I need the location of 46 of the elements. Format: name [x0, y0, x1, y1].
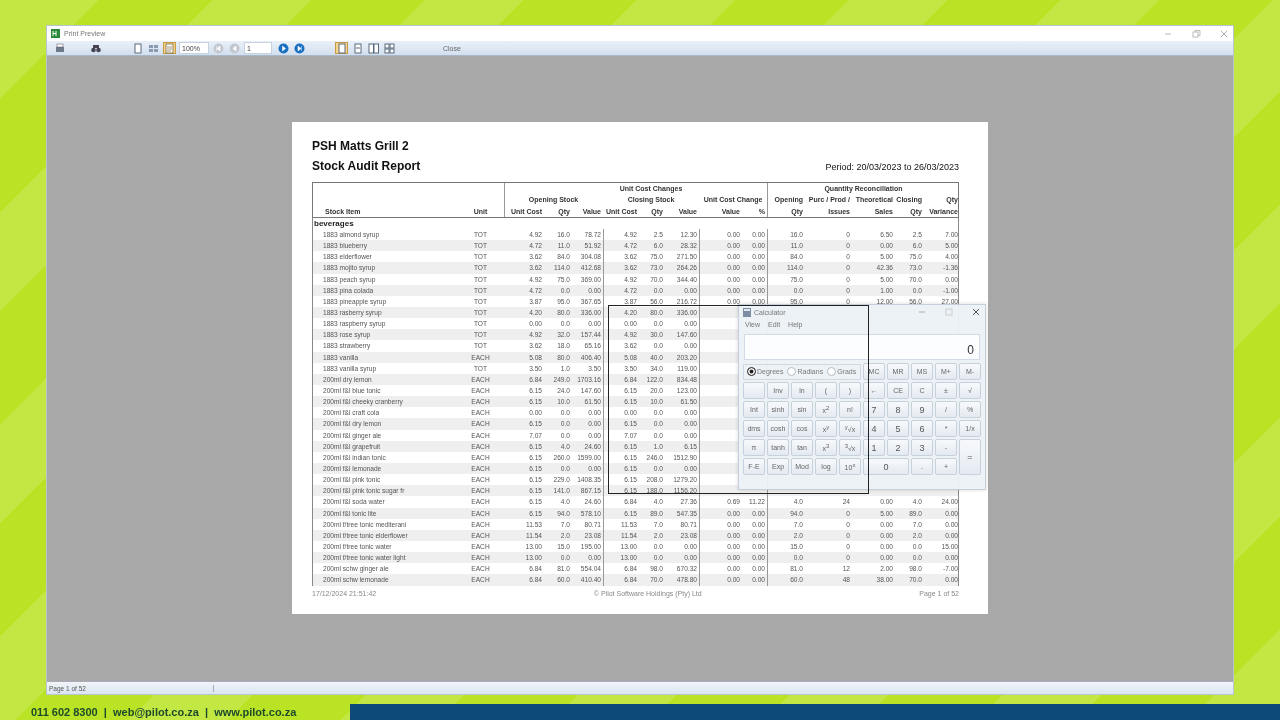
- calculator-display: 0: [744, 334, 980, 360]
- restore-icon[interactable]: [1191, 28, 1201, 39]
- binoculars-icon: [90, 42, 101, 54]
- calculator-key[interactable]: 8: [887, 401, 909, 418]
- next-page-button[interactable]: [277, 42, 290, 54]
- calculator-key[interactable]: =: [959, 439, 981, 475]
- single-page-icon: [336, 42, 347, 54]
- thumbnails-button[interactable]: [147, 42, 160, 54]
- single-page-button[interactable]: [335, 42, 348, 54]
- page-view-button[interactable]: [131, 42, 144, 54]
- four-pages-icon: [384, 42, 395, 54]
- page-icon: [132, 42, 143, 54]
- calculator-key[interactable]: 5: [887, 420, 909, 437]
- close-icon[interactable]: [971, 307, 981, 317]
- play-icon: [278, 42, 289, 54]
- report-title: Stock Audit Report: [312, 159, 421, 173]
- page-setup-button[interactable]: [163, 42, 176, 54]
- two-page-button[interactable]: [367, 42, 380, 54]
- find-button[interactable]: [89, 42, 102, 54]
- thumbnails-icon: [148, 42, 159, 54]
- skip-forward-icon: [294, 42, 305, 54]
- four-page-button[interactable]: [383, 42, 396, 54]
- calculator-key[interactable]: 3: [911, 439, 933, 456]
- radio-button[interactable]: [747, 367, 756, 376]
- report-period: Period: 20/03/2023 to 26/03/2023: [825, 162, 959, 172]
- company-name: PSH Matts Grill 2: [312, 139, 410, 153]
- calculator-key[interactable]: 1: [863, 439, 885, 456]
- calculator-key[interactable]: 2: [887, 439, 909, 456]
- page-icon: [352, 42, 363, 54]
- calculator-key[interactable]: 9: [911, 401, 933, 418]
- app-icon: [51, 29, 60, 38]
- calculator-key[interactable]: 0: [863, 458, 909, 475]
- category-label: beverages: [313, 218, 355, 229]
- calculator-icon: [743, 307, 751, 317]
- calculator-key[interactable]: 4: [863, 420, 885, 437]
- calculator-key[interactable]: 7: [863, 401, 885, 418]
- continuous-page-button[interactable]: [351, 42, 364, 54]
- page-setup-icon: [164, 42, 175, 54]
- calculator-key[interactable]: 6: [911, 420, 933, 437]
- contact-details: 011 602 8300 | web@pilot.co.za | www.pilot.co.za: [30, 706, 298, 720]
- two-pages-icon: [368, 42, 379, 54]
- skip-back-icon: [213, 42, 224, 54]
- radio-button[interactable]: [787, 367, 797, 376]
- back-icon: [229, 42, 240, 54]
- last-page-button[interactable]: [293, 42, 306, 54]
- radio-button[interactable]: [827, 367, 837, 376]
